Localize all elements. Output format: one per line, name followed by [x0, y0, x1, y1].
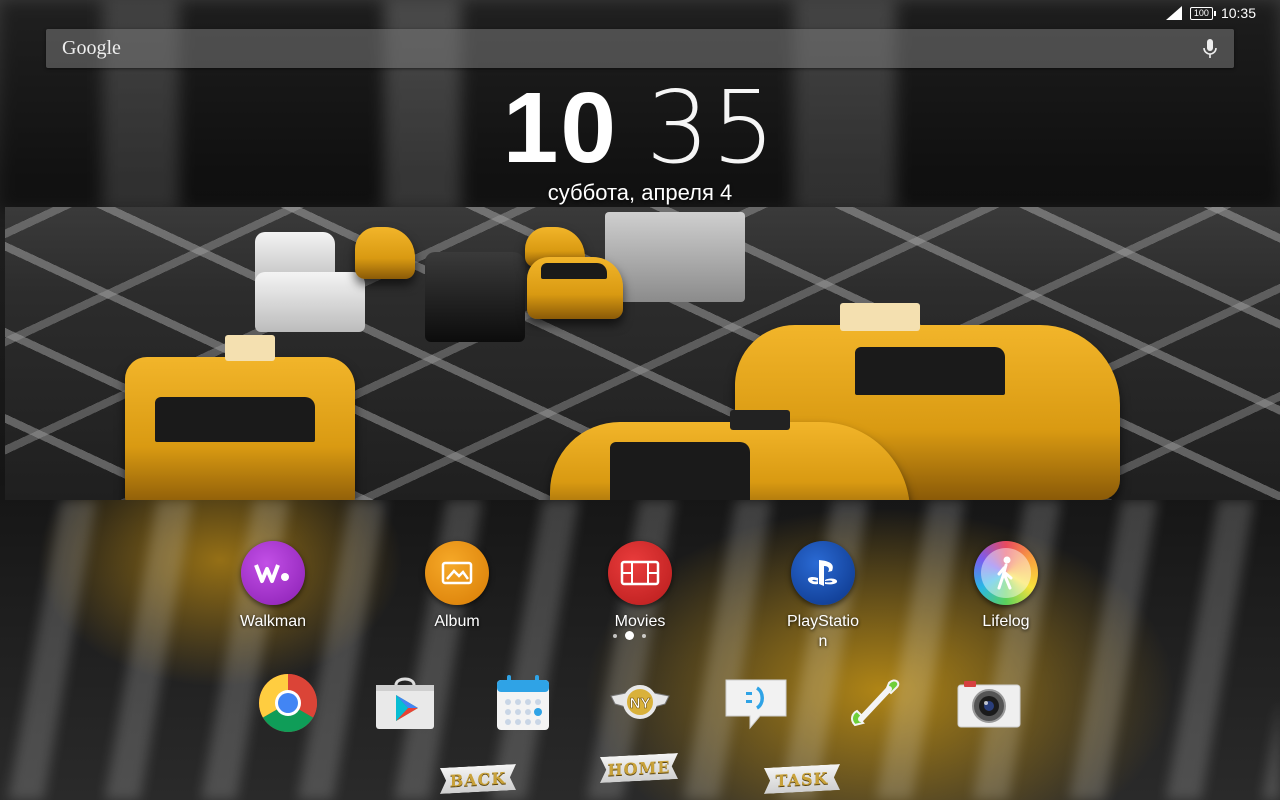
app-walkman[interactable]: Walkman [208, 541, 338, 632]
clock-date: суббота, апреля 4 [547, 180, 733, 205]
app-label: PlayStatio n [786, 613, 860, 650]
play-store-icon [374, 675, 436, 736]
task-button[interactable]: TASK [764, 764, 840, 794]
app-lifelog[interactable]: Lifelog [941, 541, 1071, 632]
dock-messaging[interactable] [725, 674, 787, 736]
status-bar: 100 10:35 [1165, 0, 1280, 26]
dock-ny-badge[interactable]: NY [609, 674, 671, 736]
photo-black-car [425, 252, 525, 342]
dock-chrome[interactable] [257, 673, 319, 738]
dock-calendar[interactable] [492, 674, 554, 736]
ny-badge-text: NY [630, 695, 651, 712]
microphone-icon[interactable] [1202, 38, 1218, 60]
movies-icon [608, 541, 672, 605]
ny-badge-icon: NY [609, 678, 671, 733]
app-label: Walkman [239, 613, 307, 630]
app-label: Lifelog [982, 613, 1030, 630]
dock-play-store[interactable] [374, 674, 436, 736]
home-button[interactable]: HOME [600, 753, 678, 783]
google-search-bar[interactable]: Google [46, 29, 1234, 68]
photo-taxi [355, 227, 415, 279]
app-label: Album [434, 613, 480, 630]
clock-hours: 10 [502, 72, 618, 184]
signal-icon [1165, 6, 1182, 20]
app-label: Movies [614, 613, 666, 630]
walkman-icon [241, 541, 305, 605]
dock-camera[interactable] [956, 674, 1022, 736]
page-dot [642, 633, 646, 638]
clock-widget[interactable]: 10 35 суббота, апреля 4 [0, 78, 1280, 206]
photo-truck [605, 212, 745, 302]
battery-icon: 100 [1189, 6, 1216, 20]
photo-taxi [550, 410, 910, 500]
page-indicator[interactable] [613, 631, 646, 640]
app-movies[interactable]: Movies [575, 541, 705, 632]
phone-icon [845, 673, 905, 738]
calendar-icon [495, 674, 551, 737]
camera-icon [956, 675, 1022, 736]
clock-minutes: 35 [645, 69, 778, 186]
google-logo: Google [62, 37, 121, 59]
playstation-icon [791, 541, 855, 605]
photo-taxi [125, 335, 355, 500]
app-playstation[interactable]: PlayStatio n [758, 541, 888, 652]
clock-time: 10 35 [0, 78, 1280, 179]
photo-taxi [527, 257, 623, 319]
photo-white-car [255, 272, 365, 332]
chrome-icon [258, 673, 318, 738]
page-dot-active [625, 631, 634, 640]
page-dot [613, 633, 617, 638]
album-icon [425, 541, 489, 605]
photo-widget[interactable] [5, 207, 1280, 500]
lifelog-icon [974, 541, 1038, 605]
dock-phone[interactable] [844, 674, 906, 736]
messaging-icon [724, 672, 788, 739]
back-button[interactable]: BACK [440, 764, 516, 794]
status-time: 10:35 [1220, 5, 1256, 21]
app-album[interactable]: Album [392, 541, 522, 632]
